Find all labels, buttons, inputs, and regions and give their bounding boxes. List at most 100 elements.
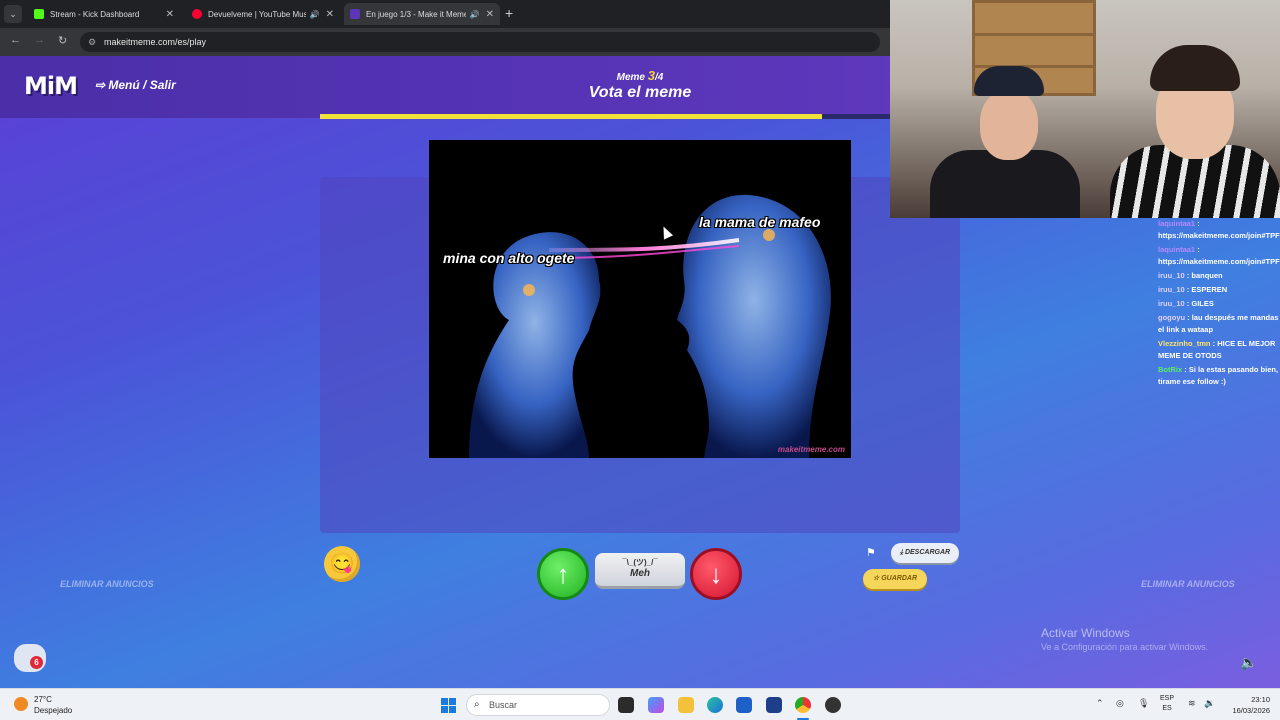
chat-username[interactable]: iruu_10 (1158, 299, 1185, 308)
app-icon[interactable] (766, 697, 782, 713)
clock-time: 23:10 (1251, 695, 1270, 704)
streamer-left-body (930, 150, 1080, 218)
kick-icon (34, 9, 44, 19)
youtube-music-icon (192, 9, 202, 19)
weather-temp[interactable]: 27°C (34, 695, 52, 704)
vote-up-button[interactable]: ↑ (537, 548, 589, 600)
store-icon[interactable] (736, 697, 752, 713)
save-label: GUARDAR (881, 575, 917, 582)
search-placeholder: Buscar (489, 700, 518, 710)
page-title: Vota el meme (588, 84, 692, 101)
streamer-right-hair (1150, 45, 1240, 91)
chat-username[interactable]: iruu_10 (1158, 271, 1185, 280)
speaker-icon[interactable]: 🔊 (470, 10, 480, 19)
timer-progress-bar (320, 114, 890, 119)
chat-text: : banquen (1186, 271, 1223, 280)
shelf-divider (975, 33, 1093, 36)
clock-date: 16/03/2026 (1232, 706, 1270, 715)
new-tab-button[interactable]: + (505, 5, 513, 21)
close-tab-icon[interactable]: ✕ (326, 9, 334, 20)
vote-meh-button[interactable]: ¯\_(ツ)_/¯ Meh (595, 553, 685, 589)
chevron-up-icon[interactable]: ⌃ (1096, 698, 1104, 709)
arrow-up-icon: ↑ (556, 559, 570, 589)
chat-username[interactable]: iruu_10 (1158, 285, 1185, 294)
meme-total: /4 (655, 72, 664, 83)
weather-desc[interactable]: Despejado (34, 706, 72, 715)
tab-title: Devuelveme | YouTube Music (208, 9, 306, 19)
language-indicator[interactable]: ESP ES (1160, 694, 1174, 714)
arrow-down-icon: ↓ (709, 559, 723, 589)
webcam-feed (890, 0, 1280, 218)
wifi-icon[interactable]: ≋ (1188, 698, 1196, 709)
star-icon: ☆ (872, 575, 882, 582)
remove-ads-link-right[interactable]: ELIMINAR ANUNCIOS (1141, 579, 1235, 589)
streamer-left-cap (974, 66, 1044, 96)
speaker-icon[interactable]: 🔊 (310, 10, 320, 19)
clock[interactable]: 23:10 16/03/2026 (1226, 694, 1270, 716)
edge-icon[interactable] (707, 697, 723, 713)
save-button[interactable]: ☆ GUARDAR (863, 569, 927, 589)
microphone-icon[interactable]: 🎙 (1138, 698, 1149, 709)
menu-exit-button[interactable]: ⇨ Menú / Salir (95, 78, 176, 92)
download-label: DESCARGAR (904, 549, 951, 556)
chat-notification-badge: 6 (30, 656, 43, 669)
timer-progress-fill (320, 114, 822, 119)
chat-username[interactable]: laquintaa1 (1158, 219, 1195, 228)
tab-title: En juego 1/3 - Make it Meme (366, 9, 466, 19)
mim-logo[interactable]: MiM (24, 72, 78, 100)
chat-message: laquintaa1 : https://makeitmeme.com/join… (1150, 218, 1280, 242)
chat-username[interactable]: gogoyu (1158, 313, 1185, 322)
windows-start-icon[interactable] (441, 698, 456, 713)
address-bar[interactable]: ⚙ makeitmeme.com/es/play (80, 32, 880, 52)
brain-connection-illustration (469, 194, 831, 458)
tab-search-button[interactable]: ⌄ (4, 5, 22, 23)
chat-text: : GILES (1186, 299, 1214, 308)
menu-exit-label: Menú / Salir (108, 78, 176, 92)
close-tab-icon[interactable]: ✕ (166, 9, 174, 20)
meme-label: Meme (616, 72, 645, 83)
meme-watermark: makeitmeme.com (777, 445, 845, 454)
vote-down-button[interactable]: ↓ (690, 548, 742, 600)
lang-region: ES (1162, 705, 1172, 712)
file-explorer-icon[interactable] (678, 697, 694, 713)
tab-make-it-meme[interactable]: En juego 1/3 - Make it Meme 🔊 ✕ (344, 3, 500, 25)
download-button[interactable]: ⤓ DESCARGAR (891, 543, 959, 563)
tab-youtube-music[interactable]: Devuelveme | YouTube Music 🔊 ✕ (186, 3, 340, 25)
chat-message: gogoyu : lau después me mandas el link a… (1150, 312, 1280, 336)
back-arrow-icon[interactable]: ← (10, 34, 21, 46)
streamer-right (1110, 45, 1280, 218)
volume-icon[interactable]: 🔉 (1204, 698, 1215, 709)
forward-arrow-icon[interactable]: → (34, 34, 45, 46)
activate-windows-subtitle: Ve a Configuración para activar Windows. (1041, 642, 1209, 652)
chat-username[interactable]: BotRix (1158, 365, 1182, 374)
reload-icon[interactable]: ↻ (58, 34, 67, 47)
network-tray-icon[interactable]: ◎ (1116, 698, 1124, 709)
emoji-reaction-button[interactable]: 😋 (324, 546, 360, 582)
streamer-left (930, 66, 1080, 218)
tab-kick-dashboard[interactable]: Stream - Kick Dashboard ✕ (28, 3, 180, 25)
stream-chat: laquintaa1 : https://makeitmeme.com/join… (1150, 218, 1280, 390)
chat-message: laquintaa1 : https://makeitmeme.com/join… (1150, 244, 1280, 268)
task-view-icon[interactable] (618, 697, 634, 713)
chat-message: iruu_10 : GILES (1150, 298, 1280, 310)
meme-caption-left: mina con alto ogete (443, 250, 575, 266)
taskbar-search-input[interactable]: ⌕ Buscar (466, 694, 610, 716)
shrug-text: ¯\_(ツ)_/¯ (622, 558, 658, 567)
site-info-icon[interactable]: ⚙ (88, 32, 96, 52)
chat-message: BotRix : Si la estas pasando bien, tiram… (1150, 364, 1280, 388)
report-flag-icon[interactable]: ⚑ (866, 546, 876, 559)
browser-tab-bar: ⌄ Stream - Kick Dashboard ✕ Devuelveme |… (0, 0, 890, 28)
search-icon: ⌕ (474, 699, 480, 710)
tab-title: Stream - Kick Dashboard (50, 9, 140, 19)
weather-icon[interactable] (14, 697, 28, 711)
close-tab-icon[interactable]: ✕ (486, 9, 494, 20)
copilot-icon[interactable] (648, 697, 664, 713)
chat-username[interactable]: laquintaa1 (1158, 245, 1195, 254)
obs-icon[interactable] (825, 697, 841, 713)
lang-code: ESP (1160, 695, 1175, 702)
chrome-icon[interactable] (795, 697, 811, 713)
remove-ads-link-left[interactable]: ELIMINAR ANUNCIOS (60, 579, 154, 589)
chat-username[interactable]: Vlezzinho_tmn (1158, 339, 1211, 348)
chat-text: : ESPEREN (1186, 285, 1228, 294)
mute-speaker-icon[interactable]: 🔈 (1240, 654, 1257, 671)
